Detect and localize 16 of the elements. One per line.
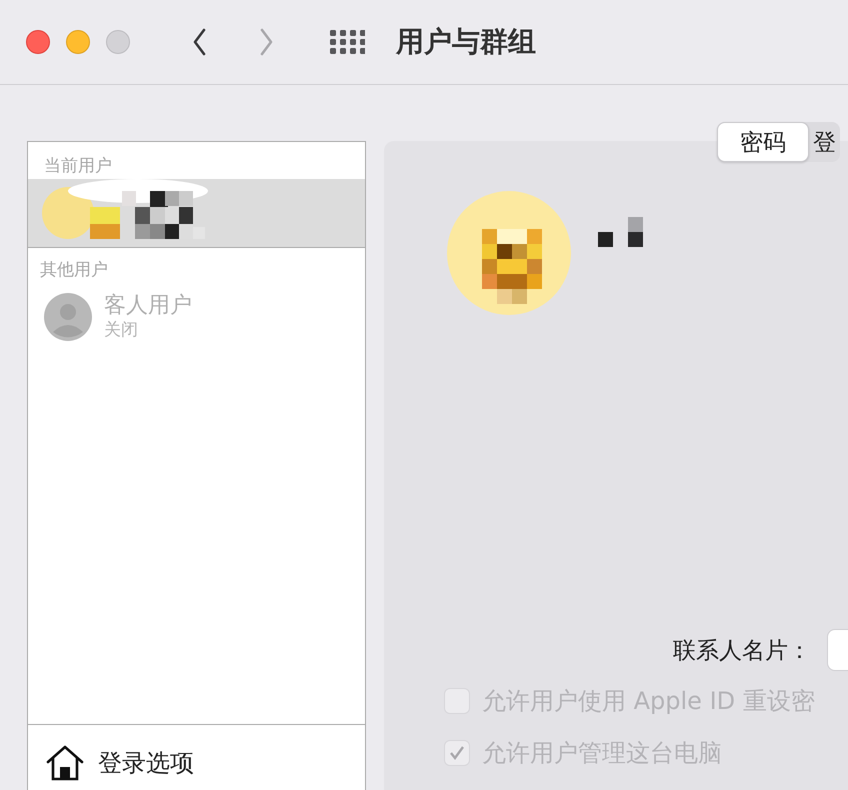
minimize-button[interactable]: [66, 30, 90, 54]
user-status: 关闭: [104, 319, 139, 341]
checkmark-icon: [448, 744, 466, 762]
user-list-item[interactable]: [28, 179, 365, 248]
zoom-button[interactable]: [106, 30, 130, 54]
close-button[interactable]: [26, 30, 50, 54]
contact-card-label: 联系人名片：: [673, 636, 811, 666]
contact-card-field[interactable]: [827, 629, 848, 671]
house-icon: [46, 744, 84, 780]
user-name: 客人用户: [104, 293, 192, 319]
tab[interactable]: 登: [809, 122, 840, 162]
user-avatar-icon: [44, 293, 92, 341]
section-heading: 当前用户: [43, 155, 113, 178]
tab[interactable]: 密码: [717, 122, 809, 162]
section-heading: 其他用户: [39, 259, 109, 282]
window-title: 用户与群组: [396, 24, 536, 60]
